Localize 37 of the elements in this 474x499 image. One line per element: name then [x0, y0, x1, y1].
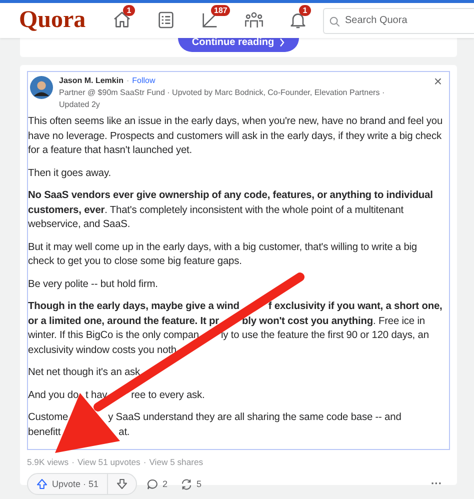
view-count: 5.9K views [27, 457, 69, 467]
more-button[interactable]: ··· [423, 474, 450, 494]
nav-button[interactable]: 1 [105, 6, 139, 34]
notification-badge: 1 [299, 4, 311, 16]
home-icon [112, 10, 132, 30]
notification-badge: 1 [123, 4, 135, 16]
answer-paragraph: Custome y SaaS understand they are all sharing the same code base -- and benefitt at. [28, 411, 402, 440]
follow-link[interactable]: Follow [132, 76, 156, 85]
share-button[interactable]: 5 [176, 474, 205, 494]
upvote-icon [36, 478, 48, 490]
downvote-icon [116, 478, 128, 490]
separator-dot: · [72, 457, 74, 467]
stats-link[interactable]: View 5 shares [149, 457, 204, 467]
upvote-button[interactable]: Upvote · 51 [28, 474, 107, 494]
answer-paragraph: And you do t hav ree to every ask. [28, 388, 206, 402]
list-icon [156, 10, 176, 30]
separator-dot: · [126, 76, 130, 85]
comment-button[interactable]: 2 [142, 474, 171, 494]
nav-button[interactable]: 1 [281, 6, 315, 34]
answer-paragraph: This often seems like an issue in the early days, when you're new, have no brand and feel you have no leverage. Prospects and customers will ask in the early days, if they write a big check for a feature that hasn't launched yet. [28, 115, 444, 158]
author-name[interactable]: Jason M. Lemkin [59, 76, 124, 85]
author-credential: Partner @ $90m SaaStr Fund · Upvoted by Marc Bodnick, Co-Founder, Elevation Partners · Updated 2y [59, 87, 386, 111]
close-button[interactable]: × [430, 75, 445, 87]
logo[interactable]: Quora [19, 7, 105, 34]
separator-dot: · [143, 457, 146, 467]
share-icon [180, 478, 193, 490]
answer-paragraph: Be very polite -- but hold firm. [28, 278, 159, 292]
stats-link[interactable]: View 51 upvotes [77, 457, 140, 467]
answer-paragraph: No SaaS vendors ever give ownership of any code, features, or anything to individual customers, ever. That's completely inconsistent with the whole point of a multitenant webservice, and SaaS. [28, 189, 434, 232]
people-icon [244, 10, 264, 30]
notification-badge: 187 [211, 4, 230, 16]
answer-paragraph: But it may well come up in the early days, with a big customer, that's willing to write a big check to get you to close some big feature gaps. [28, 240, 418, 269]
search-field[interactable]: Search Quora [323, 8, 474, 34]
answer-paragraph: Net net though it's an ask [28, 366, 142, 380]
comment-icon [146, 478, 159, 490]
avatar [30, 76, 53, 99]
answer-paragraph: Then it goes away. [28, 166, 112, 180]
